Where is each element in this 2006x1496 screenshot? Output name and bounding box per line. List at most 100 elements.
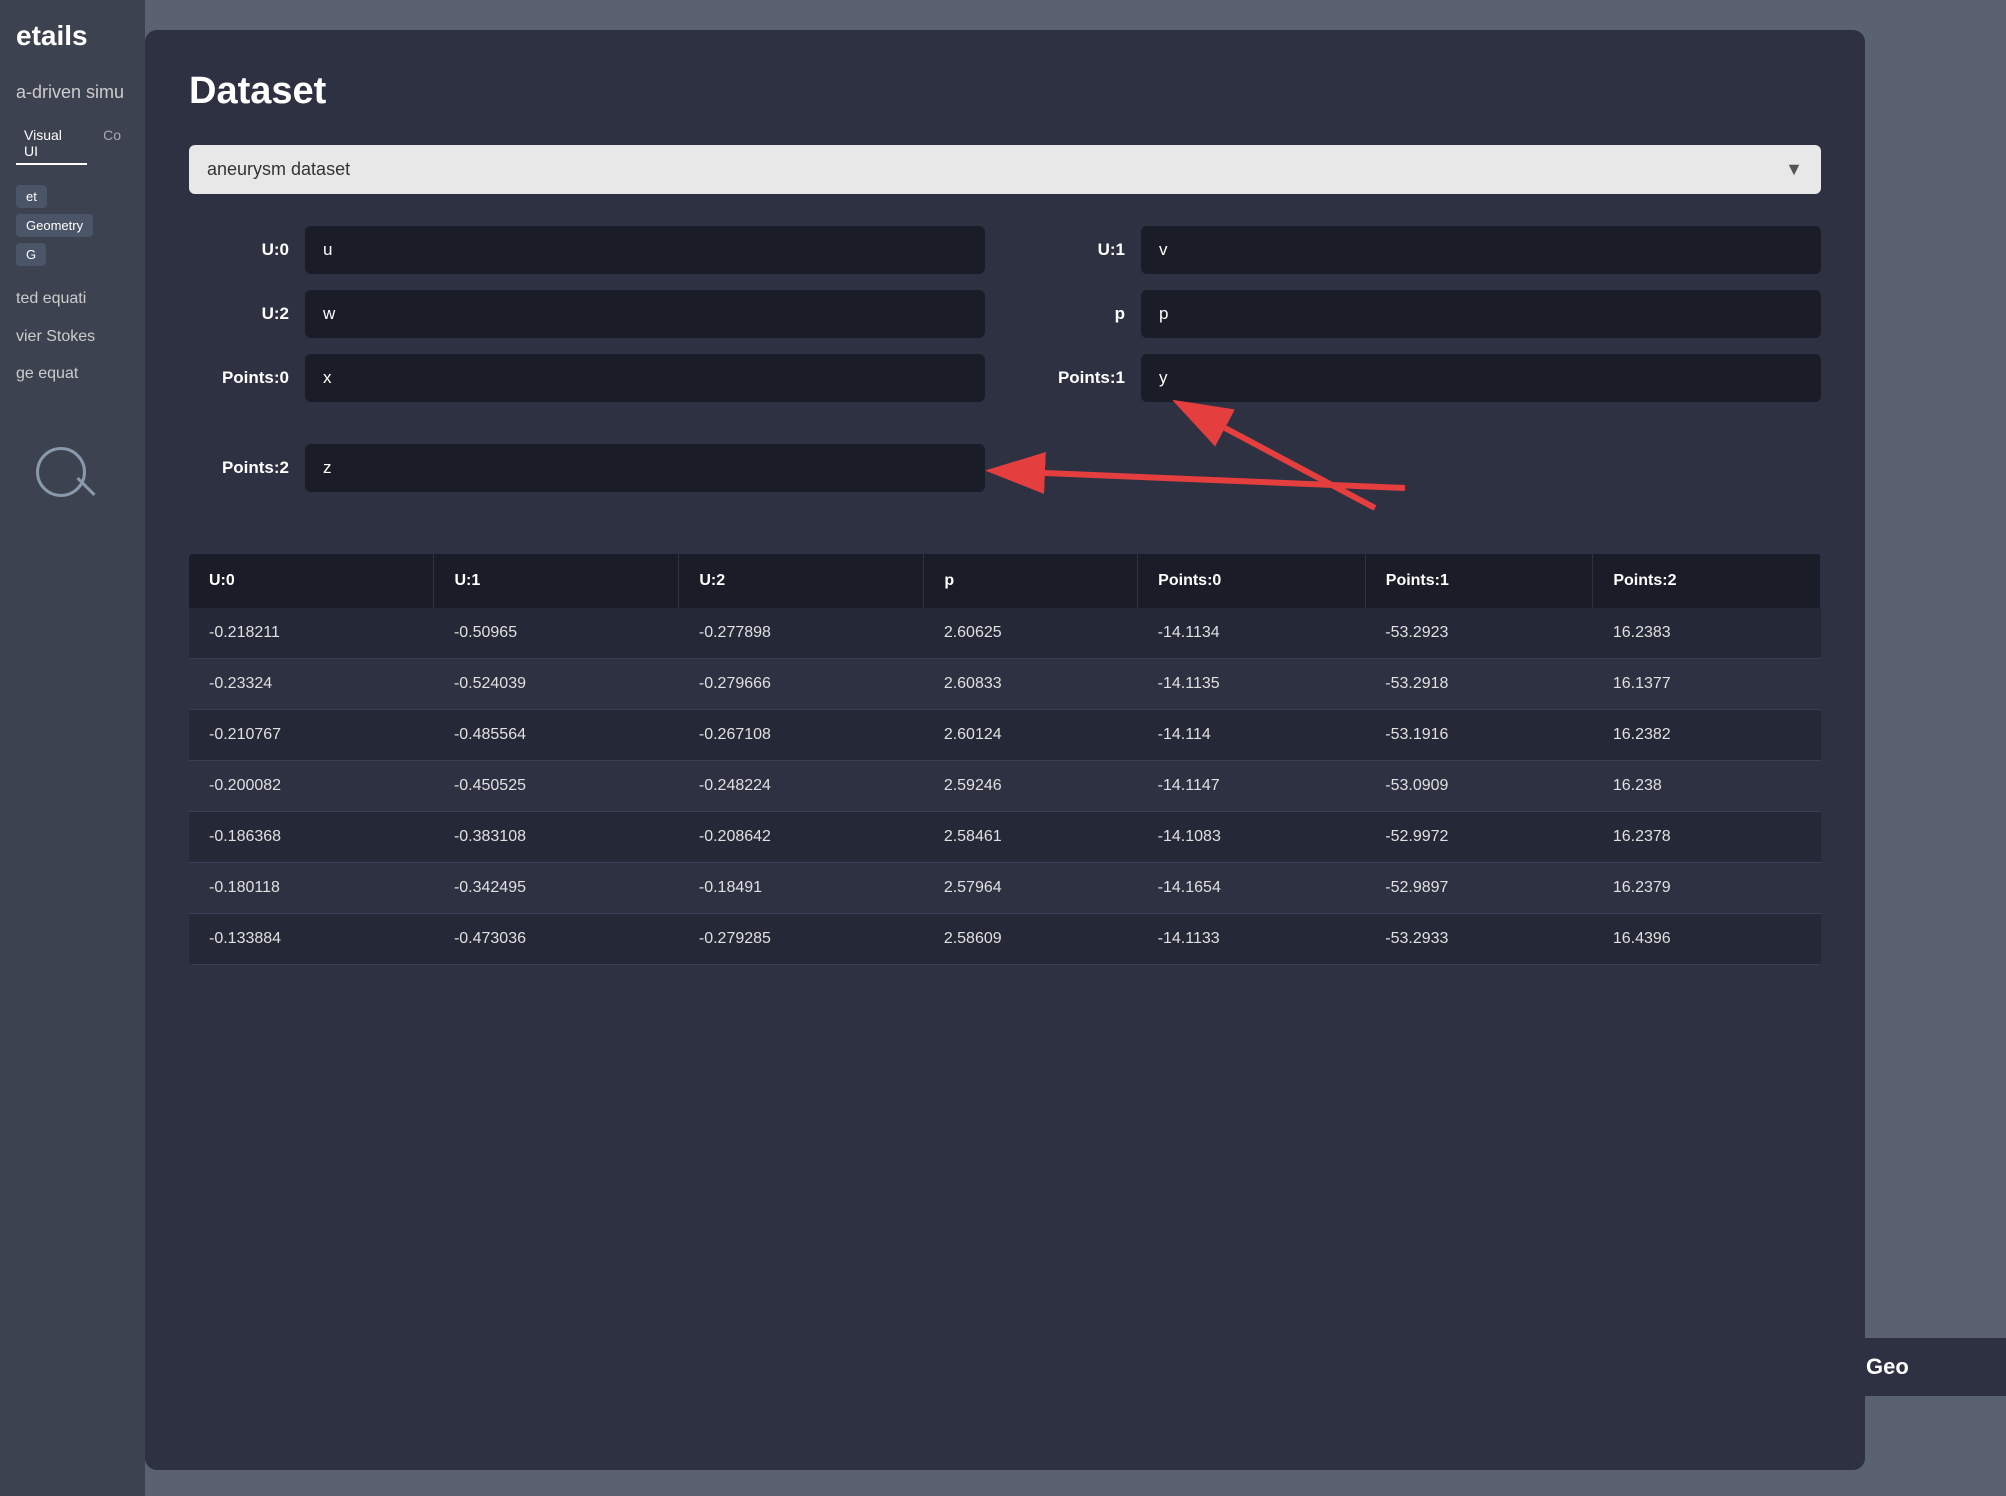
table-cell: -0.524039 [434,659,679,710]
field-input-points2[interactable] [305,444,985,492]
chip-et[interactable]: et [16,185,47,208]
field-input-p[interactable] [1141,290,1821,338]
table-cell: -14.1083 [1138,812,1366,863]
table-row: -0.133884-0.473036-0.2792852.58609-14.11… [189,914,1821,965]
dataset-dropdown-value: aneurysm dataset [207,159,350,180]
sidebar-subtitle: a-driven simu [16,82,129,103]
tab-visual-ui[interactable]: Visual UI [16,123,87,165]
sidebar-text-3: ge equat [16,361,129,387]
col-header-u0: U:0 [189,554,434,608]
field-label-p: p [1025,304,1125,324]
table-cell: -14.1654 [1138,863,1366,914]
table-cell: -0.210767 [189,710,434,761]
right-partial: Geo [1846,1338,2006,1396]
table-cell: 16.2383 [1593,608,1821,659]
table-header-row: U:0 U:1 U:2 p Points:0 Points:1 Points:2 [189,554,1821,608]
table-cell: -0.180118 [189,863,434,914]
table-cell: -53.2933 [1365,914,1593,965]
data-table-wrapper: U:0 U:1 U:2 p Points:0 Points:1 Points:2… [189,554,1821,965]
field-label-u2: U:2 [189,304,289,324]
col-header-points2: Points:2 [1593,554,1821,608]
field-row-p: p [1025,290,1821,338]
table-cell: -0.279285 [679,914,924,965]
table-cell: -14.1135 [1138,659,1366,710]
table-cell: 16.2382 [1593,710,1821,761]
sidebar-title: etails [16,20,129,52]
field-row-u2: U:2 [189,290,985,338]
field-row-points1: Points:1 [1025,354,1821,402]
table-cell: -0.342495 [434,863,679,914]
chip-geometry[interactable]: Geometry [16,214,93,237]
field-input-u2[interactable] [305,290,985,338]
table-cell: 2.60124 [924,710,1138,761]
table-row: -0.200082-0.450525-0.2482242.59246-14.11… [189,761,1821,812]
tab-co[interactable]: Co [95,123,129,165]
table-cell: 16.238 [1593,761,1821,812]
table-cell: -0.23324 [189,659,434,710]
field-label-u0: U:0 [189,240,289,260]
col-header-p: p [924,554,1138,608]
table-cell: -0.279666 [679,659,924,710]
table-row: -0.186368-0.383108-0.2086422.58461-14.10… [189,812,1821,863]
field-row-u1: U:1 [1025,226,1821,274]
table-row: -0.218211-0.50965-0.2778982.60625-14.113… [189,608,1821,659]
table-cell: -0.208642 [679,812,924,863]
table-cell: -53.2918 [1365,659,1593,710]
table-cell: -53.0909 [1365,761,1593,812]
field-input-points0[interactable] [305,354,985,402]
table-cell: -52.9897 [1365,863,1593,914]
dataset-modal: Dataset aneurysm dataset ▼ U:0 U:1 U:2 p… [145,30,1865,1470]
sidebar-text-1: ted equati [16,286,129,312]
sidebar-chips: et Geometry G [16,185,129,266]
table-cell: -0.473036 [434,914,679,965]
table-cell: 2.60625 [924,608,1138,659]
table-cell: -0.218211 [189,608,434,659]
chip-g[interactable]: G [16,243,46,266]
table-cell: -52.9972 [1365,812,1593,863]
search-circle [36,447,86,497]
table-cell: 2.58609 [924,914,1138,965]
sidebar-tabs: Visual UI Co [16,123,129,165]
table-cell: 2.59246 [924,761,1138,812]
field-input-u0[interactable] [305,226,985,274]
table-cell: -0.133884 [189,914,434,965]
modal-title: Dataset [189,70,1821,113]
table-cell: -14.114 [1138,710,1366,761]
dataset-dropdown[interactable]: aneurysm dataset ▼ [189,145,1821,194]
table-cell: -0.50965 [434,608,679,659]
table-cell: 2.60833 [924,659,1138,710]
col-header-points0: Points:0 [1138,554,1366,608]
table-cell: -0.200082 [189,761,434,812]
table-cell: -14.1147 [1138,761,1366,812]
table-cell: -0.248224 [679,761,924,812]
left-sidebar: etails a-driven simu Visual UI Co et Geo… [0,0,145,1496]
field-label-points2: Points:2 [189,458,289,478]
field-label-points0: Points:0 [189,368,289,388]
field-input-u1[interactable] [1141,226,1821,274]
data-table: U:0 U:1 U:2 p Points:0 Points:1 Points:2… [189,554,1821,965]
table-cell: -0.186368 [189,812,434,863]
field-row-arrow-area [1025,418,1821,518]
table-cell: -0.267108 [679,710,924,761]
table-cell: -53.2923 [1365,608,1593,659]
table-cell: -0.277898 [679,608,924,659]
field-row-points0: Points:0 [189,354,985,402]
sidebar-text-2: vier Stokes [16,324,129,350]
table-body: -0.218211-0.50965-0.2778982.60625-14.113… [189,608,1821,965]
col-header-u1: U:1 [434,554,679,608]
table-cell: 2.58461 [924,812,1138,863]
table-row: -0.210767-0.485564-0.2671082.60124-14.11… [189,710,1821,761]
table-cell: -0.450525 [434,761,679,812]
table-cell: 2.57964 [924,863,1138,914]
table-row: -0.23324-0.524039-0.2796662.60833-14.113… [189,659,1821,710]
table-cell: -14.1134 [1138,608,1366,659]
field-input-points1[interactable] [1141,354,1821,402]
col-header-u2: U:2 [679,554,924,608]
table-row: -0.180118-0.342495-0.184912.57964-14.165… [189,863,1821,914]
search-icon-area [36,447,116,527]
field-row-points2: Points:2 [189,418,985,518]
table-cell: 16.4396 [1593,914,1821,965]
field-row-u0: U:0 [189,226,985,274]
field-mapping-grid: U:0 U:1 U:2 p Points:0 Points:1 [189,226,1821,518]
table-cell: 16.2378 [1593,812,1821,863]
